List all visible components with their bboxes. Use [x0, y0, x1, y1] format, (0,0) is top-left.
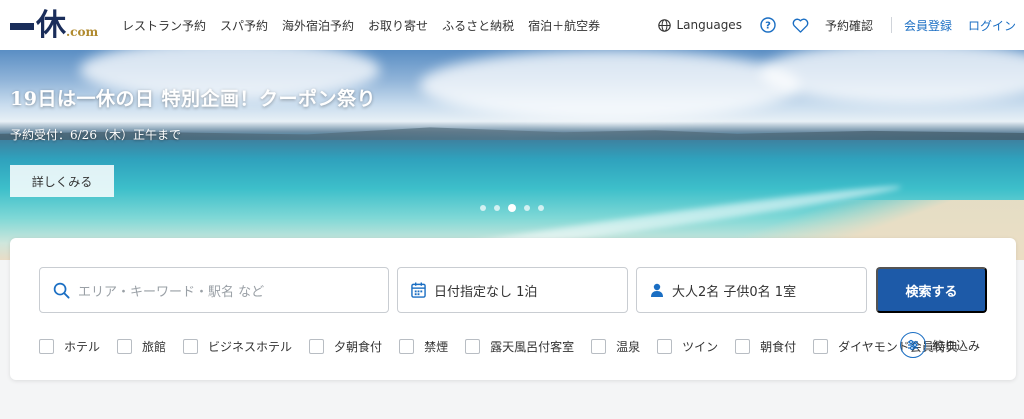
main-nav: レストラン予約 スパ予約 海外宿泊予約 お取り寄せ ふるさと納税 宿泊＋航空券 — [122, 0, 614, 50]
narrow-down-button[interactable]: 絞り込み — [900, 332, 980, 358]
checkbox[interactable] — [735, 338, 751, 354]
calendar-icon — [411, 282, 426, 298]
languages-button[interactable]: Languages — [658, 18, 742, 32]
checkbox[interactable] — [813, 338, 829, 354]
signup-link[interactable]: 会員登録 — [904, 17, 952, 34]
logo-kanji: 休 — [36, 8, 66, 43]
checkbox[interactable] — [399, 338, 415, 354]
narrow-down-label: 絞り込み — [932, 338, 981, 353]
checkbox[interactable] — [39, 338, 54, 354]
nav-overseas[interactable]: 海外宿泊予約 — [282, 17, 354, 34]
filter-label: ホテル — [64, 339, 101, 354]
carousel-dot[interactable] — [480, 205, 486, 211]
login-link[interactable]: ログイン — [968, 17, 1016, 34]
carousel-dot[interactable] — [494, 205, 500, 211]
filter-label: 禁煙 — [424, 339, 449, 354]
checkbox[interactable] — [309, 338, 325, 354]
carousel-dot[interactable] — [538, 205, 544, 211]
carousel-dot[interactable] — [524, 205, 530, 211]
filter-label: 露天風呂付客室 — [490, 339, 575, 354]
guests-field[interactable]: 大人2名 子供0名 1室 — [636, 267, 867, 313]
heart-icon — [792, 18, 809, 33]
keyword-placeholder: エリア・キーワード・駅名 など — [78, 284, 265, 300]
hero-details-button[interactable]: 詳しくみる — [10, 165, 114, 197]
filter-twin[interactable]: ツイン — [657, 338, 718, 355]
filter-label: 温泉 — [616, 339, 641, 354]
filter-label: ビジネスホテル — [208, 339, 293, 354]
favorites-button[interactable] — [792, 18, 809, 33]
filter-breakfast[interactable]: 朝食付 — [735, 338, 796, 355]
checkbox[interactable] — [591, 338, 607, 354]
globe-icon — [658, 18, 672, 32]
hero-cloud — [420, 50, 800, 120]
booking-check-link[interactable]: 予約確認 — [825, 17, 873, 34]
guests-value: 大人2名 子供0名 1室 — [672, 284, 797, 300]
date-value: 日付指定なし 1泊 — [434, 284, 538, 300]
header-divider — [890, 17, 892, 33]
filter-label: 旅館 — [142, 339, 167, 354]
nav-package[interactable]: 宿泊＋航空券 — [528, 17, 600, 34]
checkbox[interactable] — [657, 338, 673, 354]
nav-spa[interactable]: スパ予約 — [220, 17, 268, 34]
checkbox[interactable] — [183, 338, 199, 354]
nav-restaurant[interactable]: レストラン予約 — [122, 17, 206, 34]
filter-label: ツイン — [682, 339, 719, 354]
carousel-dot-active[interactable] — [508, 204, 516, 212]
hero-cloud — [760, 50, 1024, 104]
filter-label: 朝食付 — [760, 339, 797, 354]
filter-open-air-bath-room[interactable]: 露天風呂付客室 — [465, 338, 574, 355]
filter-hotel[interactable]: ホテル — [39, 338, 100, 355]
logo-bar — [10, 23, 34, 30]
quick-filters: ホテル 旅館 ビジネスホテル 夕朝食付 禁煙 露天風呂付客室 温泉 ツイン 朝食… — [39, 332, 975, 360]
search-panel: エリア・キーワード・駅名 など 日付指定なし 1泊 大人2名 子供0名 1室 検… — [10, 238, 1016, 380]
hero-banner[interactable]: 19日は一休の日 特別企画！クーポン祭り 予約受付：6/26（木）正午まで 詳し… — [0, 50, 1024, 260]
filter-dinner-breakfast[interactable]: 夕朝食付 — [309, 338, 382, 355]
header-utilities: Languages ? 予約確認 会員登録 ログイン — [658, 0, 1016, 50]
filter-non-smoking[interactable]: 禁煙 — [399, 338, 448, 355]
search-submit-button[interactable]: 検索する — [876, 267, 987, 313]
checkbox[interactable] — [117, 338, 133, 354]
filter-label: 夕朝食付 — [334, 339, 383, 354]
logo-suffix: .com — [66, 25, 99, 39]
filter-ryokan[interactable]: 旅館 — [117, 338, 166, 355]
keyword-search-input[interactable]: エリア・キーワード・駅名 など — [39, 267, 389, 313]
hero-title: 19日は一休の日 特別企画！クーポン祭り — [10, 88, 377, 110]
carousel-dots — [480, 204, 552, 212]
svg-text:?: ? — [765, 21, 771, 32]
languages-label: Languages — [676, 18, 742, 32]
person-icon — [650, 283, 664, 297]
help-button[interactable]: ? — [760, 17, 776, 33]
hero-subtitle: 予約受付：6/26（木）正午まで — [10, 128, 181, 142]
filter-sliders-icon — [900, 332, 926, 358]
date-picker-field[interactable]: 日付指定なし 1泊 — [397, 267, 628, 313]
nav-otoriyose[interactable]: お取り寄せ — [368, 17, 428, 34]
filter-onsen[interactable]: 温泉 — [591, 338, 640, 355]
search-icon — [53, 282, 70, 299]
nav-furusato[interactable]: ふるさと納税 — [442, 17, 514, 34]
checkbox[interactable] — [465, 338, 481, 354]
question-circle-icon: ? — [760, 17, 776, 33]
filter-business-hotel[interactable]: ビジネスホテル — [183, 338, 292, 355]
site-header: 休 .com レストラン予約 スパ予約 海外宿泊予約 お取り寄せ ふるさと納税 … — [0, 0, 1024, 50]
site-logo[interactable]: 休 .com — [10, 8, 106, 42]
